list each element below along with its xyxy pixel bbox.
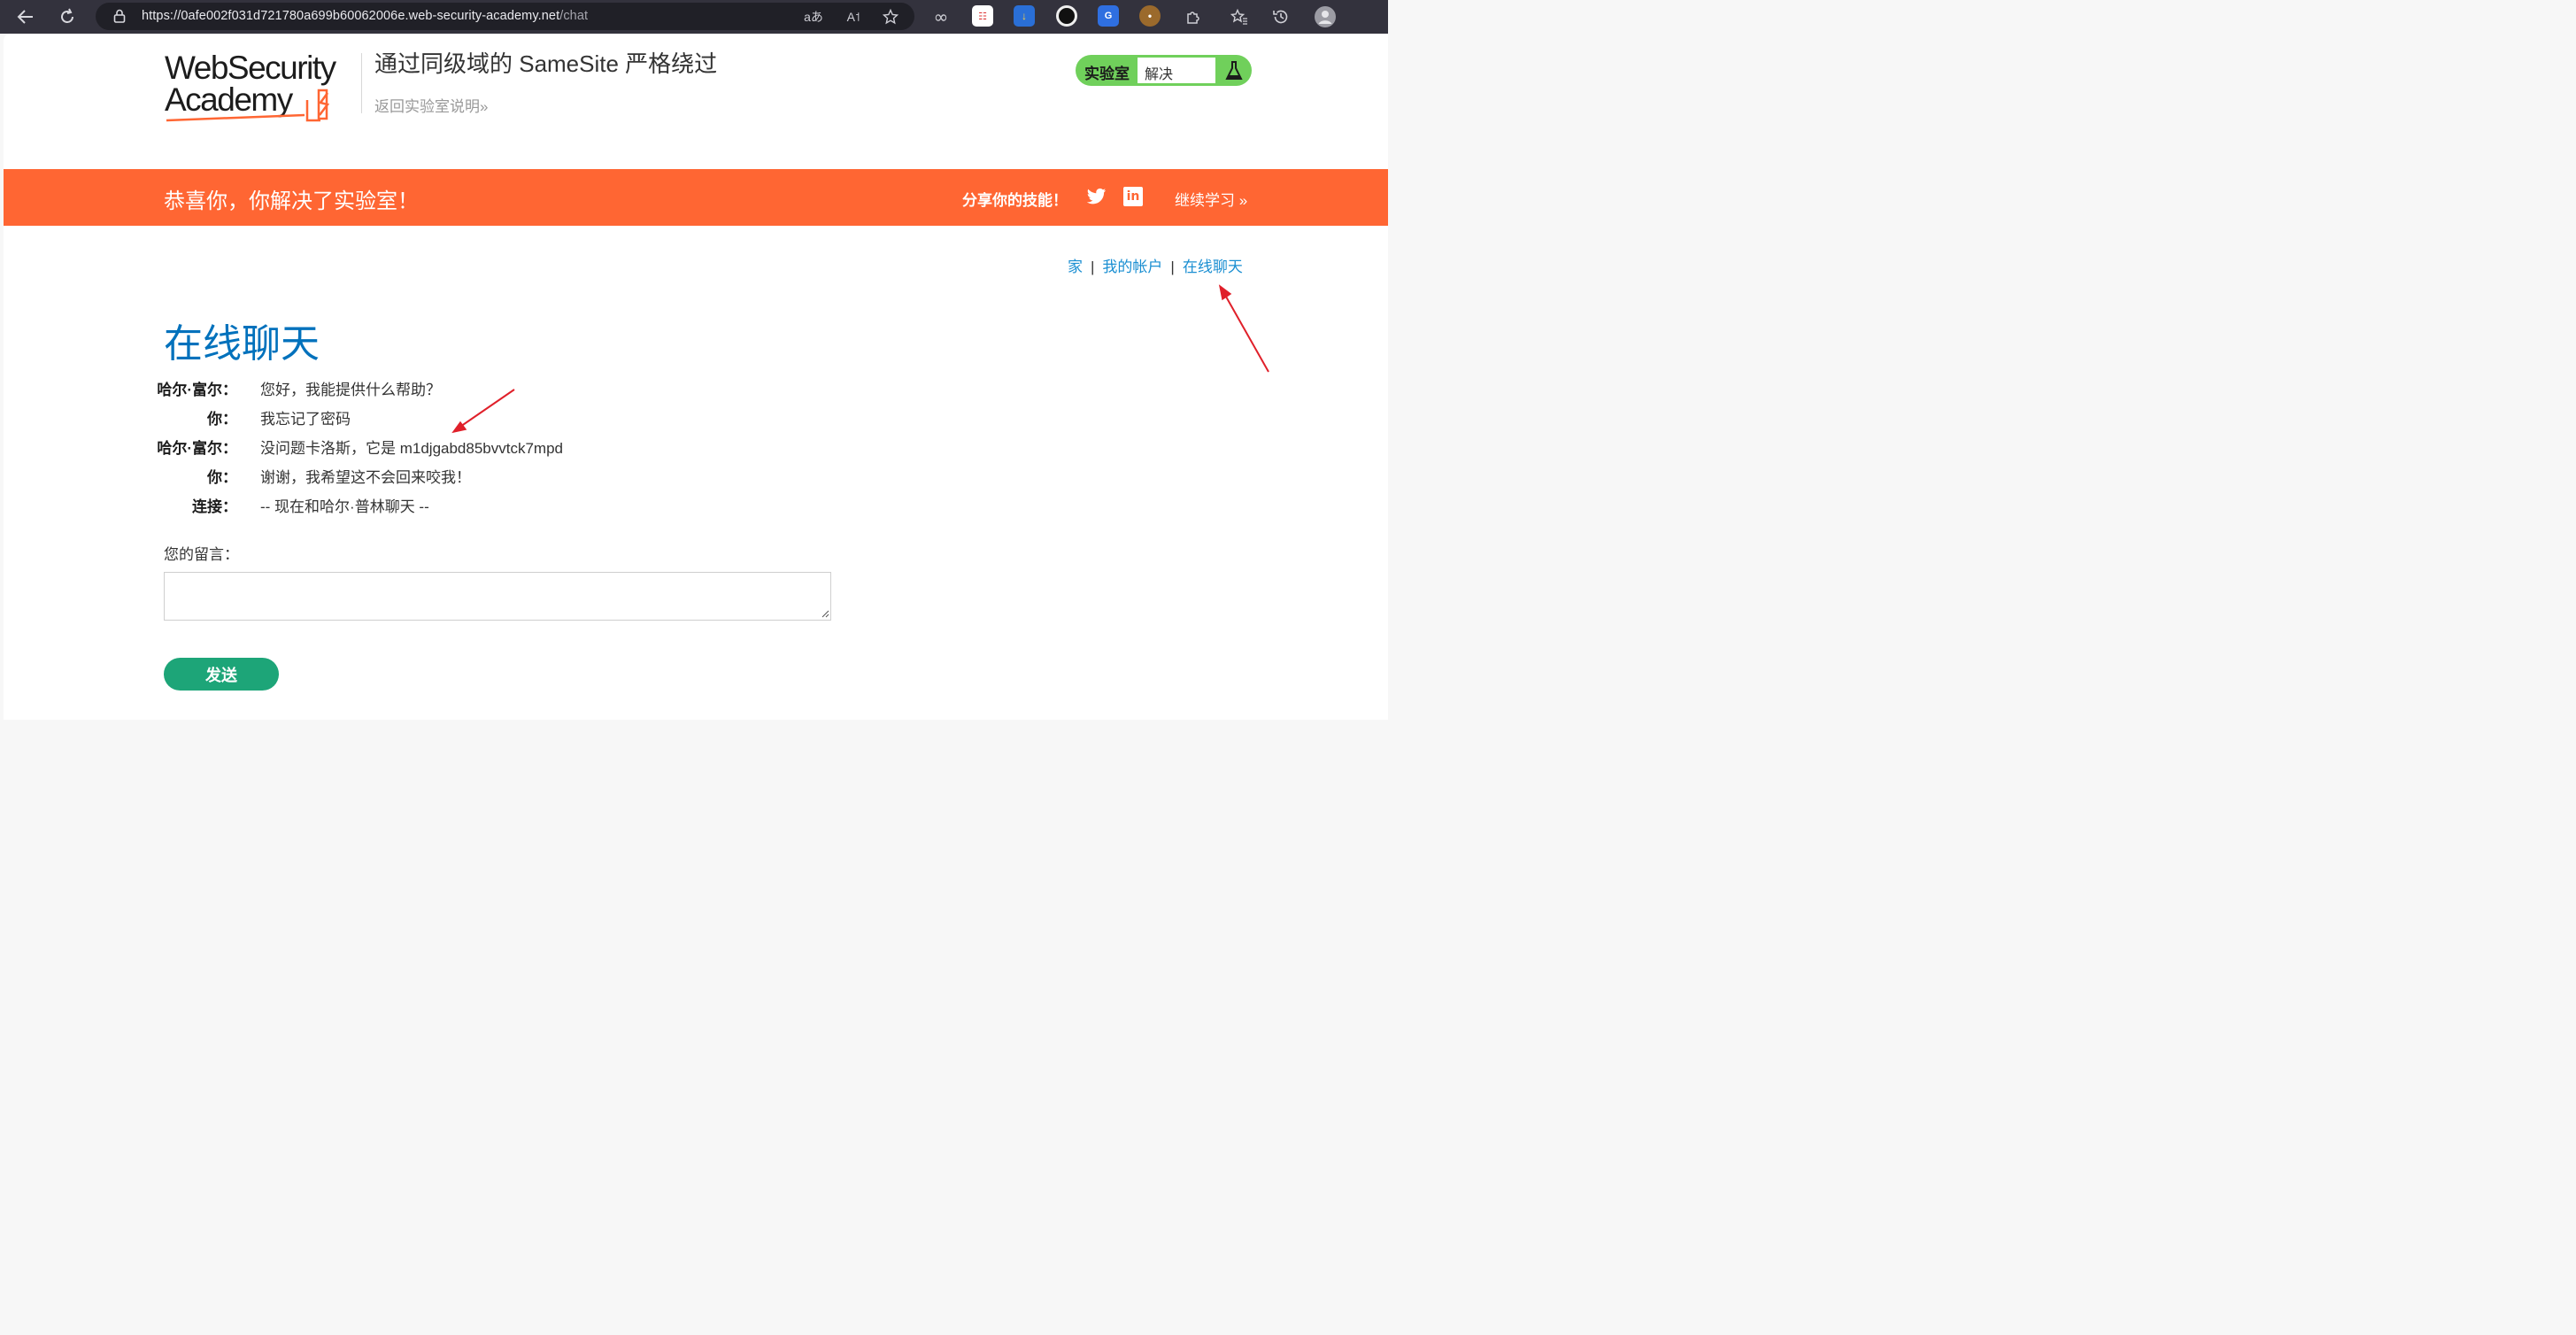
header-divider <box>361 53 362 113</box>
chevron-right-icon: » <box>1238 192 1248 209</box>
continue-learning-label: 继续学习 <box>1175 192 1235 209</box>
congratulations-text: 恭喜你，你解决了实验室！ <box>164 189 419 213</box>
lab-status-value-box: 解决 <box>1138 58 1215 83</box>
url-text[interactable]: https://0afe002f031d721780a699b60062006e… <box>142 9 588 23</box>
url-host: https://0afe002f031d721780a699b60062006e… <box>142 9 560 23</box>
chat-speaker: 哈尔·富尔： <box>157 382 237 398</box>
profile-icon[interactable] <box>1312 4 1338 30</box>
lab-status-label: 实验室 <box>1084 66 1130 82</box>
chat-speaker: 哈尔·富尔： <box>157 440 237 457</box>
chat-message-text: 您好，我能提供什么帮助？ <box>260 382 441 398</box>
lab-title: 通过同级域的 SameSite 严格绕过 <box>374 50 718 77</box>
chat-speaker: 你： <box>207 411 237 428</box>
message-label: 您的留言： <box>164 546 239 563</box>
flask-icon <box>1225 61 1243 80</box>
address-bar[interactable]: https://0afe002f031d721780a699b60062006e… <box>96 3 914 30</box>
nav-home-link[interactable]: 家 <box>1068 259 1083 275</box>
ext-todo-icon[interactable]: ☷ <box>972 5 993 27</box>
chat-speaker: 连接： <box>192 498 237 515</box>
send-button[interactable]: 发送 <box>164 658 279 691</box>
ext-circle-icon[interactable] <box>1056 5 1077 27</box>
web-security-academy-logo[interactable]: WebSecurity Academy <box>165 51 358 122</box>
chevron-right-icon: » <box>480 98 489 115</box>
back-to-lab-description-link[interactable]: 返回实验室说明» <box>374 94 488 116</box>
page-content: WebSecurity Academy 通过同级域的 SameSite 严格绕过… <box>4 34 1388 720</box>
lab-solved-banner: 恭喜你，你解决了实验室！ 分享你的技能！ in 继续学习 » <box>4 169 1388 226</box>
favorite-icon[interactable] <box>881 7 900 27</box>
url-path: /chat <box>559 9 589 23</box>
refresh-icon[interactable] <box>54 4 81 30</box>
read-aloud-icon[interactable]: A˦ <box>844 7 863 27</box>
share-skills-text: 分享你的技能！ <box>962 192 1068 209</box>
chat-message-text: 没问题卡洛斯，它是 m1djgabd85bvvtck7mpd <box>260 440 564 457</box>
ext-cookie-icon[interactable]: • <box>1139 5 1161 27</box>
lab-status-value: 解决 <box>1145 67 1174 82</box>
chat-message-text: -- 现在和哈尔·普林聊天 -- <box>260 498 429 515</box>
twitter-icon[interactable] <box>1087 188 1107 205</box>
nav-separator: | <box>1091 259 1095 275</box>
extensions-icon[interactable] <box>1180 4 1207 30</box>
translate-icon[interactable]: aあ <box>804 7 823 27</box>
top-navigation: 家 | 我的帐户 | 在线聊天 <box>1068 254 1243 276</box>
lock-icon[interactable] <box>112 8 127 24</box>
nav-separator: | <box>1170 259 1175 275</box>
chat-message-text: 谢谢，我希望这不会回来咬我！ <box>260 469 471 486</box>
linkedin-icon[interactable]: in <box>1123 187 1143 206</box>
resize-grip-icon[interactable] <box>821 610 829 618</box>
message-input[interactable] <box>164 572 831 621</box>
lab-status-widget: 实验室 解决 <box>1076 55 1252 86</box>
page-title: 在线聊天 <box>164 322 320 366</box>
history-icon[interactable] <box>1268 4 1294 30</box>
ext-translate-icon[interactable]: G <box>1098 5 1119 27</box>
favorites-icon[interactable] <box>1226 4 1253 30</box>
browser-toolbar: https://0afe002f031d721780a699b60062006e… <box>0 0 1388 34</box>
continue-learning-link[interactable]: 继续学习 » <box>1175 188 1247 210</box>
logo-bolt-icon <box>166 89 330 122</box>
chat-speaker: 你： <box>207 469 237 486</box>
back-link-label: 返回实验室说明 <box>374 98 480 115</box>
nav-live-chat-link[interactable]: 在线聊天 <box>1183 259 1243 275</box>
back-icon[interactable] <box>12 4 39 30</box>
infinity-icon[interactable]: ∞ <box>928 4 954 30</box>
ext-download-icon[interactable]: ↓ <box>1014 5 1035 27</box>
nav-my-account-link[interactable]: 我的帐户 <box>1102 259 1162 275</box>
chat-message-text: 我忘记了密码 <box>260 411 351 428</box>
